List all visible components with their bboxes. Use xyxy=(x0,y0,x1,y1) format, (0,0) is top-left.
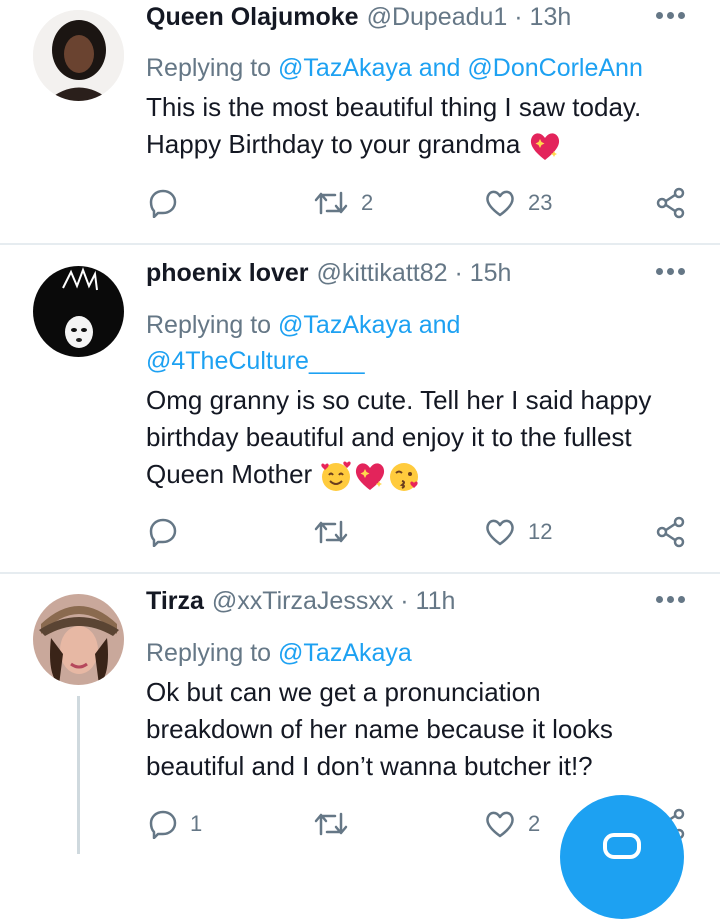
share-icon xyxy=(656,516,685,548)
author-handle-time: @Dupeadu1 · 13h xyxy=(366,2,572,31)
like-count: 23 xyxy=(528,190,553,215)
retweet-icon xyxy=(314,812,348,836)
mention-link[interactable]: @TazAkaya and @DonCorleAnn xyxy=(278,54,643,82)
retweet-button[interactable] xyxy=(313,512,361,552)
reply-button[interactable] xyxy=(148,512,190,552)
reply-count: 1 xyxy=(190,811,203,836)
tweet-actions: 12 xyxy=(0,512,720,552)
like-count: 2 xyxy=(528,811,541,836)
tweet-text-line: beautiful and I don’t wanna butcher it!? xyxy=(146,751,593,781)
author-name[interactable]: Queen Olajumoke xyxy=(146,3,359,32)
more-options-icon[interactable] xyxy=(656,12,686,22)
mention-link[interactable]: @TazAkaya xyxy=(278,639,412,667)
replying-to-label: Replying to xyxy=(146,311,272,339)
reply-icon xyxy=(149,810,177,839)
retweet-count: 2 xyxy=(361,190,374,215)
retweet-icon xyxy=(314,191,348,215)
like-count: 12 xyxy=(528,519,553,544)
share-button[interactable] xyxy=(655,512,687,552)
tweet-text-line: Ok but can we get a pronunciation xyxy=(146,677,541,707)
heart-icon xyxy=(486,811,514,838)
tweet-text: Omg granny is so cute. Tell her I said h… xyxy=(146,382,651,493)
avatar[interactable] xyxy=(33,594,124,685)
tweet-text: Ok but can we get a pronunciation breakd… xyxy=(146,674,613,785)
tweet-text-line: Queen Mother xyxy=(146,459,313,489)
retweet-button[interactable]: 2 xyxy=(313,183,373,223)
author-name[interactable]: phoenix lover xyxy=(146,259,309,288)
like-button[interactable]: 23 xyxy=(484,183,552,223)
mention-link[interactable]: @4TheCulture____ xyxy=(146,343,460,379)
reply-icon xyxy=(149,518,177,547)
share-button[interactable] xyxy=(655,183,687,223)
tweet-text-line: Omg granny is so cute. Tell her I said h… xyxy=(146,385,652,415)
more-options-icon[interactable] xyxy=(656,268,686,278)
sparkling-heart-icon xyxy=(356,463,385,491)
tweet-text-line: birthday beautiful and enjoy it to the f… xyxy=(146,422,632,452)
tweet-text-line: This is the most beautiful thing I saw t… xyxy=(146,92,642,122)
divider xyxy=(0,572,720,574)
author-name[interactable]: Tirza xyxy=(146,587,204,616)
tweet-text-line: Happy Birthday to your grandma xyxy=(146,129,521,159)
face-blowing-kiss-icon xyxy=(390,463,419,492)
like-button[interactable]: 2 xyxy=(484,804,540,844)
author-handle-time: @kittikatt82 · 15h xyxy=(316,258,512,287)
like-button[interactable]: 12 xyxy=(484,512,552,552)
tweet-text-line: breakdown of her name because it looks xyxy=(146,714,613,744)
replying-to: Replying to @TazAkaya and @DonCorleAnn xyxy=(146,50,643,86)
reply-button[interactable]: 1 xyxy=(148,804,202,844)
reply-button[interactable] xyxy=(148,183,190,223)
tweet[interactable]: Queen Olajumoke @Dupeadu1 · 13h Replying… xyxy=(0,0,720,243)
share-icon xyxy=(656,187,685,219)
replying-to-label: Replying to xyxy=(146,639,272,667)
divider xyxy=(0,243,720,245)
replying-to: Replying to @TazAkaya and @4TheCulture__… xyxy=(146,307,460,379)
tweet[interactable]: phoenix lover @kittikatt82 · 15h Replyin… xyxy=(0,256,720,572)
avatar[interactable] xyxy=(33,10,124,101)
retweet-button[interactable] xyxy=(313,804,361,844)
heart-icon xyxy=(486,190,514,217)
mention-link[interactable]: @TazAkaya and xyxy=(278,311,460,339)
retweet-icon xyxy=(314,520,348,544)
avatar[interactable] xyxy=(33,266,124,357)
compose-icon xyxy=(603,833,641,859)
more-options-icon[interactable] xyxy=(656,596,686,606)
reply-icon xyxy=(149,189,177,218)
replying-to: Replying to @TazAkaya xyxy=(146,635,412,671)
sparkling-heart-icon xyxy=(530,133,559,161)
tweet-text: This is the most beautiful thing I saw t… xyxy=(146,89,641,163)
tweet-actions: 2 23 xyxy=(0,183,720,223)
smiling-face-with-hearts-icon xyxy=(321,461,352,492)
replying-to-label: Replying to xyxy=(146,54,272,82)
heart-icon xyxy=(486,519,514,546)
author-handle-time: @xxTirzaJessxx · 11h xyxy=(211,586,456,615)
compose-tweet-button[interactable] xyxy=(560,795,684,919)
